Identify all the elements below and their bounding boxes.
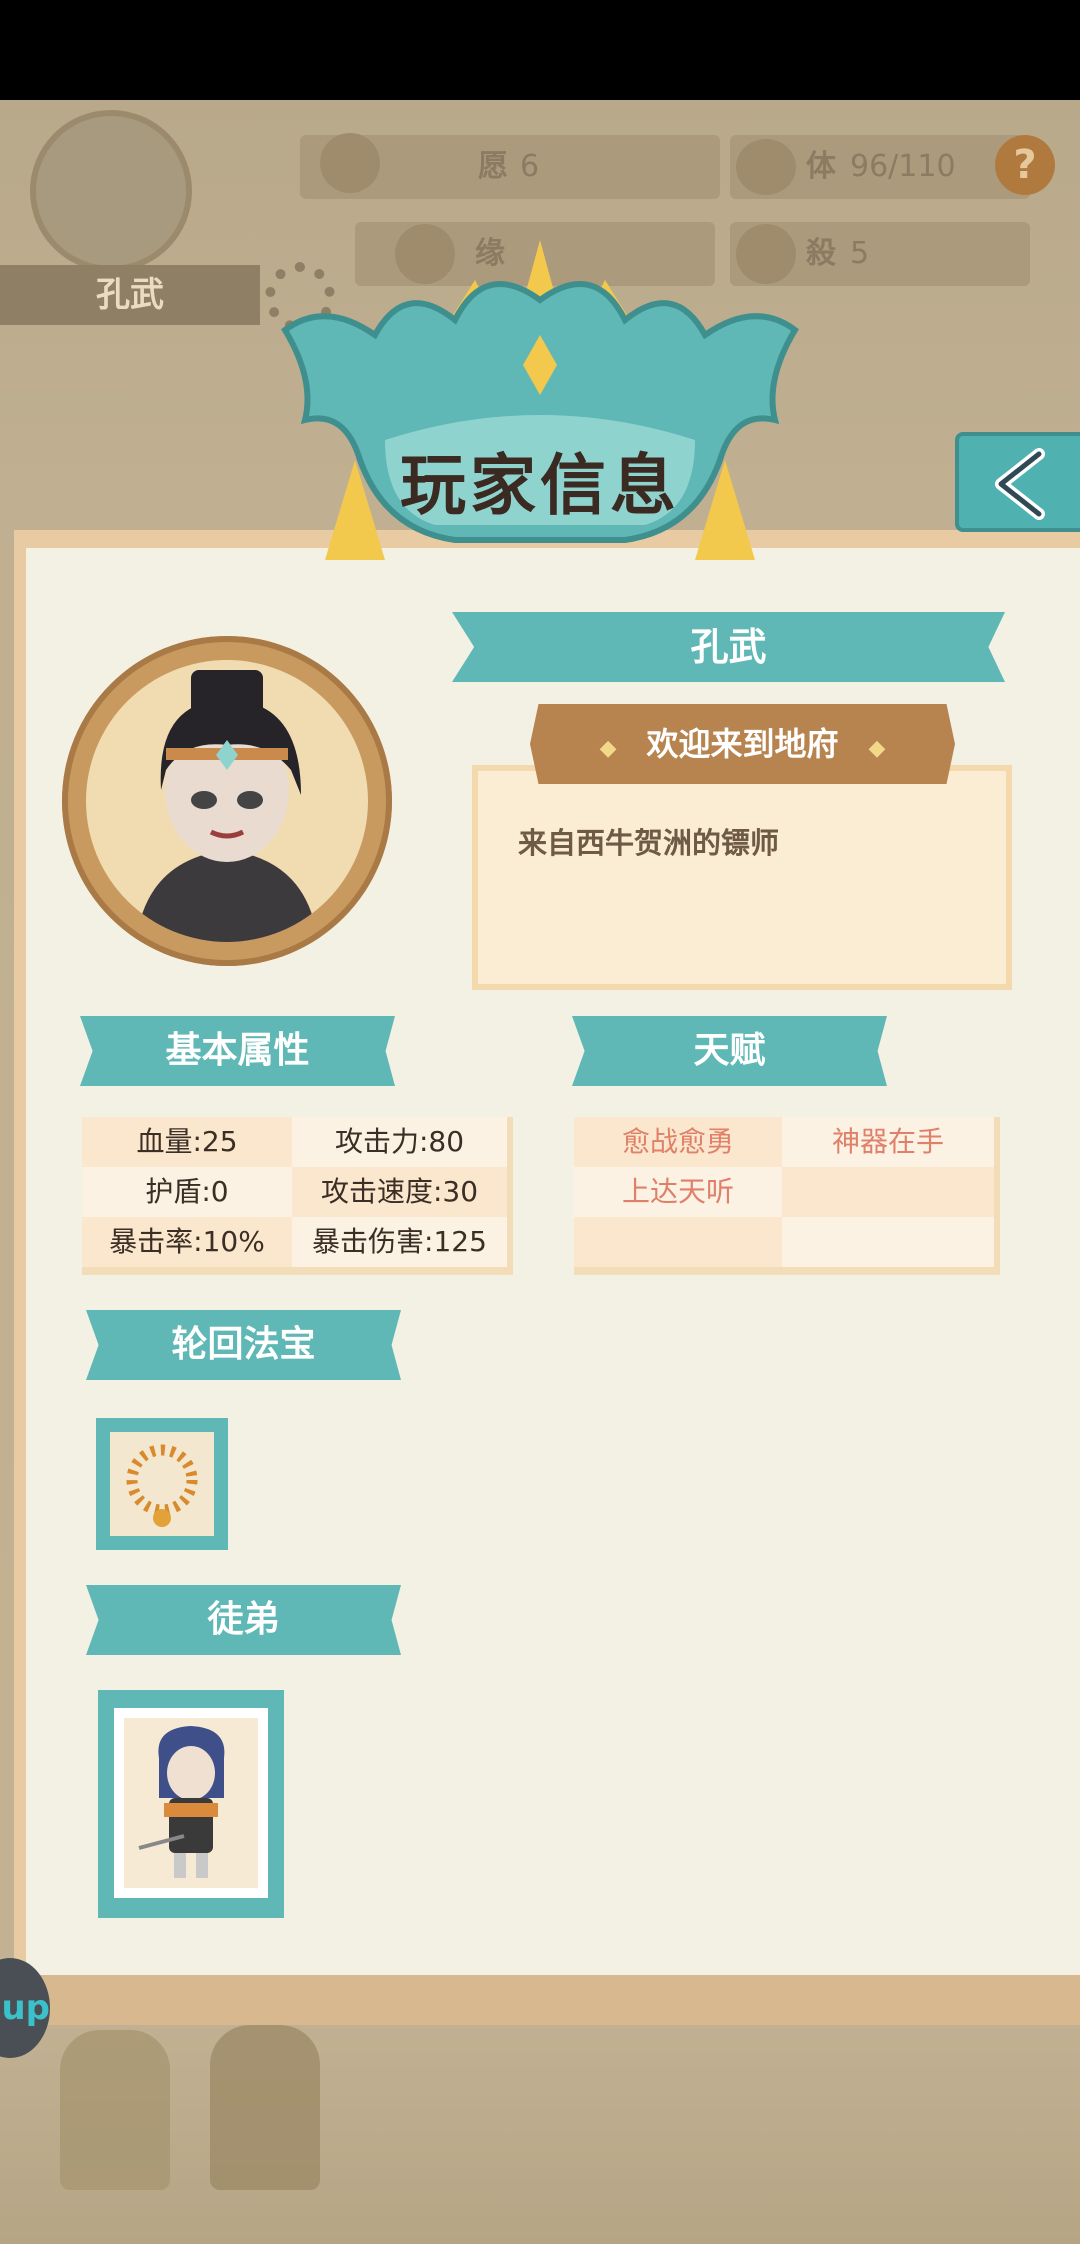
- wish-value: 6: [520, 149, 540, 184]
- disciple-portrait: [124, 1718, 258, 1888]
- attributes-table: 血量:25 攻击力:80 护盾:0 攻击速度:30 暴击率:10% 暴击伤害:1…: [82, 1117, 513, 1275]
- status-bar: [0, 0, 1080, 100]
- talents-table: 愈战愈勇 神器在手 上达天听: [574, 1117, 1000, 1275]
- player-bio: 来自西牛贺洲的镖师: [518, 826, 780, 860]
- section-talents: 天赋: [572, 1016, 887, 1086]
- stamina-value: 96/110: [850, 149, 956, 184]
- welcome-banner: ◆ 欢迎来到地府 ◆: [530, 704, 955, 784]
- floating-app-button[interactable]: up: [0, 1958, 50, 2058]
- diamond-icon: ◆: [599, 736, 617, 761]
- diamond-icon: ◆: [868, 736, 886, 761]
- talent-empty: [782, 1217, 994, 1267]
- disciple-character-icon: [138, 1726, 225, 1878]
- prayer-beads-icon: [126, 1444, 198, 1527]
- hud-player-name: 孔武: [0, 265, 260, 325]
- wish-label: 愿: [478, 149, 508, 184]
- section-treasure: 轮回法宝: [86, 1310, 401, 1380]
- talent-empty: [574, 1217, 782, 1267]
- talent-item[interactable]: 上达天听: [574, 1167, 782, 1217]
- chevron-left-icon: [995, 448, 1045, 520]
- player-name: 孔武: [690, 625, 767, 669]
- stamina-icon: [736, 139, 796, 195]
- attribute-attack-speed: 攻击速度:30: [292, 1167, 507, 1217]
- treasure-slot-inner: [110, 1432, 214, 1536]
- kill-value: 5: [850, 236, 870, 271]
- talent-empty: [782, 1167, 994, 1217]
- welcome-text: 欢迎来到地府: [646, 725, 839, 763]
- section-disciple-label: 徒弟: [207, 1599, 280, 1640]
- back-button[interactable]: [955, 432, 1080, 532]
- stamina-label: 体: [806, 149, 836, 184]
- avatar-character-icon: [136, 670, 318, 942]
- wish-icon: [320, 133, 380, 193]
- bio-box: [472, 765, 1012, 990]
- hud-wish-bar: 愿 6: [300, 133, 720, 199]
- section-disciple: 徒弟: [86, 1585, 401, 1655]
- help-button[interactable]: ?: [995, 135, 1055, 195]
- hud-avatar: [30, 110, 192, 272]
- dialog-title: 玩家信息: [400, 447, 680, 524]
- section-treasure-label: 轮回法宝: [171, 1324, 316, 1365]
- talent-item[interactable]: 愈战愈勇: [574, 1117, 782, 1167]
- section-basic-attributes: 基本属性: [80, 1016, 395, 1086]
- scene-character: [210, 2025, 320, 2190]
- scene-character: [60, 2030, 170, 2190]
- panel-bottom-edge: [0, 1975, 1080, 2025]
- section-basic-attributes-label: 基本属性: [165, 1030, 310, 1071]
- attribute-crit-damage: 暴击伤害:125: [292, 1217, 507, 1267]
- attribute-hp: 血量:25: [82, 1117, 292, 1167]
- hud-stamina-bar: 体 96/110: [730, 135, 1030, 199]
- player-name-ribbon: 孔武: [452, 612, 1005, 682]
- attribute-crit-rate: 暴击率:10%: [82, 1217, 292, 1267]
- avatar: [86, 660, 368, 942]
- section-talents-label: 天赋: [693, 1030, 766, 1071]
- talent-item[interactable]: 神器在手: [782, 1117, 994, 1167]
- attribute-attack: 攻击力:80: [292, 1117, 507, 1167]
- attribute-shield: 护盾:0: [82, 1167, 292, 1217]
